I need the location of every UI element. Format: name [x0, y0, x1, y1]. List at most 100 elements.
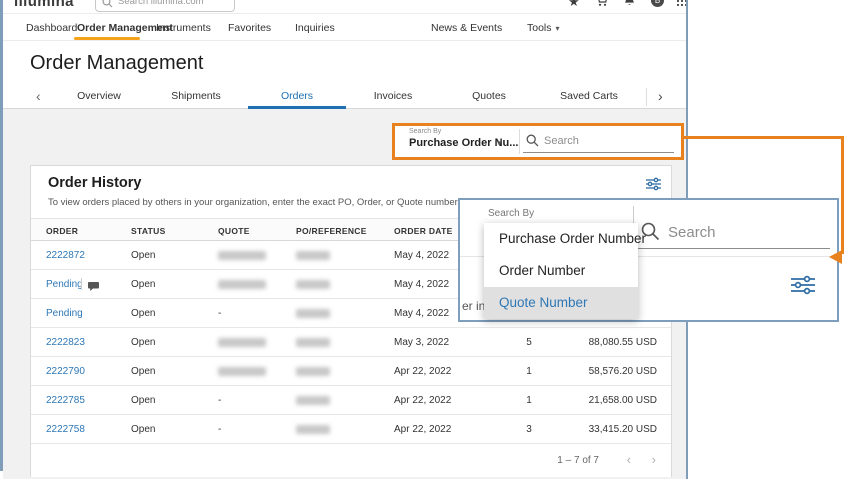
order-link[interactable]: 2222790 [46, 366, 85, 377]
order-total: 33,415.20 USD [589, 424, 657, 435]
redacted-po [296, 251, 330, 260]
redacted-po [296, 309, 330, 318]
nav-item-instruments[interactable]: Instruments [156, 22, 211, 34]
page-header: Order Management [3, 41, 687, 85]
user-avatar[interactable]: B [651, 0, 664, 7]
cart-icon[interactable] [595, 0, 608, 10]
redacted-po [296, 280, 330, 289]
quote-value: - [218, 424, 221, 435]
redacted-quote [218, 280, 266, 289]
input-underline [523, 152, 674, 153]
top-bar: illumina Search illumina.com ★ B [3, 0, 687, 14]
status-value: Open [131, 395, 155, 406]
order-search-input[interactable]: Search [544, 135, 579, 147]
nav-item-favorites[interactable]: Favorites [228, 22, 271, 34]
search-by-label: Search By [488, 208, 534, 219]
col-quote: QUOTE [218, 226, 250, 236]
table-row[interactable]: 2222823 Open May 3, 2022 5 88,080.55 USD [31, 328, 671, 357]
redacted-po [296, 338, 330, 347]
order-link[interactable]: 2222785 [46, 395, 85, 406]
search-by-dropdown-menu: Purchase Order Number Order Number Quote… [484, 223, 638, 319]
order-total: 88,080.55 USD [589, 337, 657, 348]
search-by-dropdown[interactable]: Purchase Order Nu... [409, 137, 518, 149]
menu-item-purchase-order-number[interactable]: Purchase Order Number [484, 223, 638, 255]
status-value: Open [131, 337, 155, 348]
tab-shipments[interactable]: Shipments [171, 90, 221, 102]
global-search-input[interactable]: Search illumina.com [95, 0, 235, 12]
redacted-po [296, 425, 330, 434]
section-tabs: ‹ Overview Shipments Orders Invoices Quo… [3, 85, 687, 109]
col-order-date: ORDER DATE [394, 226, 453, 236]
quote-value: - [218, 308, 221, 319]
status-value: Open [131, 250, 155, 261]
frame-left-edge [0, 0, 3, 471]
order-date: May 3, 2022 [394, 337, 449, 348]
note-bubble-icon[interactable] [88, 279, 100, 297]
order-link[interactable]: 2222872 [46, 250, 85, 261]
order-history-title: Order History [48, 175, 141, 191]
search-icon [102, 0, 113, 13]
order-link[interactable]: 2222823 [46, 337, 85, 348]
menu-item-order-number[interactable]: Order Number [484, 255, 638, 287]
col-status: STATUS [131, 226, 166, 236]
order-link[interactable]: 2222758 [46, 424, 85, 435]
redacted-quote [218, 251, 266, 260]
status-value: Open [131, 424, 155, 435]
page-prev-chevron-icon[interactable]: ‹ [627, 452, 631, 467]
order-link[interactable]: Pending [46, 308, 83, 319]
filter-sliders-icon[interactable] [645, 176, 662, 197]
primary-nav: Dashboard Order Management Instruments F… [3, 14, 687, 41]
bell-icon[interactable] [623, 0, 636, 10]
page-title: Order Management [30, 52, 203, 75]
table-row[interactable]: 2222758 Open - Apr 22, 2022 3 33,415.20 … [31, 415, 671, 444]
order-history-subtitle: To view orders placed by others in your … [48, 197, 510, 208]
status-value: Open [131, 308, 155, 319]
order-search-input[interactable]: Search [668, 224, 716, 241]
search-by-control: Search By Purchase Order Nu... ▾ Search [392, 123, 684, 160]
order-date: May 4, 2022 [394, 308, 449, 319]
active-nav-underline [74, 37, 140, 40]
tabs-prev-chevron-icon[interactable]: ‹ [36, 88, 41, 104]
tab-invoices[interactable]: Invoices [374, 90, 413, 102]
page-next-chevron-icon[interactable]: › [652, 452, 656, 467]
filter-sliders-icon[interactable] [790, 274, 816, 301]
nav-item-inquiries[interactable]: Inquiries [295, 22, 335, 34]
clipped-background-text: er in [462, 299, 485, 313]
screenshot-canvas: illumina Search illumina.com ★ B Dashboa… [0, 0, 850, 479]
redacted-po [296, 367, 330, 376]
chevron-down-icon: ▾ [556, 24, 560, 33]
search-by-label: Search By [409, 128, 441, 135]
order-total: 58,576.20 USD [589, 366, 657, 377]
tab-saved-carts[interactable]: Saved Carts [560, 90, 618, 102]
menu-item-quote-number[interactable]: Quote Number [484, 287, 638, 319]
tab-orders[interactable]: Orders [281, 90, 313, 102]
order-date: May 4, 2022 [394, 279, 449, 290]
redacted-po [296, 396, 330, 405]
control-divider [519, 129, 520, 154]
chevron-down-icon[interactable]: ▾ [497, 138, 502, 149]
table-row[interactable]: 2222790 Open Apr 22, 2022 1 58,576.20 US… [31, 357, 671, 386]
tab-overview[interactable]: Overview [77, 90, 121, 102]
global-search-placeholder: Search illumina.com [118, 0, 204, 7]
cell-divider [81, 278, 82, 290]
illumina-logo: illumina [14, 0, 74, 10]
items-count: 3 [519, 424, 539, 435]
pagination: 1 – 7 of 7 ‹ › [31, 444, 671, 477]
star-icon[interactable]: ★ [568, 0, 580, 10]
nav-item-dashboard[interactable]: Dashboard [26, 22, 77, 34]
table-row[interactable]: 2222785 Open - Apr 22, 2022 1 21,658.00 … [31, 386, 671, 415]
tab-quotes[interactable]: Quotes [472, 90, 506, 102]
nav-item-news-events[interactable]: News & Events [431, 22, 502, 34]
tabs-next-chevron-icon[interactable]: › [658, 88, 663, 104]
search-by-zoom-callout: Search By Search er in Purchase Order Nu… [458, 198, 839, 322]
items-count: 1 [519, 395, 539, 406]
order-date: Apr 22, 2022 [394, 395, 451, 406]
order-date: Apr 22, 2022 [394, 366, 451, 377]
redacted-quote [218, 338, 266, 347]
nav-item-tools[interactable]: Tools▾ [527, 22, 560, 34]
callout-line-vertical [841, 136, 844, 254]
order-link[interactable]: Pending [46, 279, 83, 290]
tabs-divider [646, 88, 647, 106]
search-icon [526, 134, 539, 152]
col-order: ORDER [46, 226, 78, 236]
